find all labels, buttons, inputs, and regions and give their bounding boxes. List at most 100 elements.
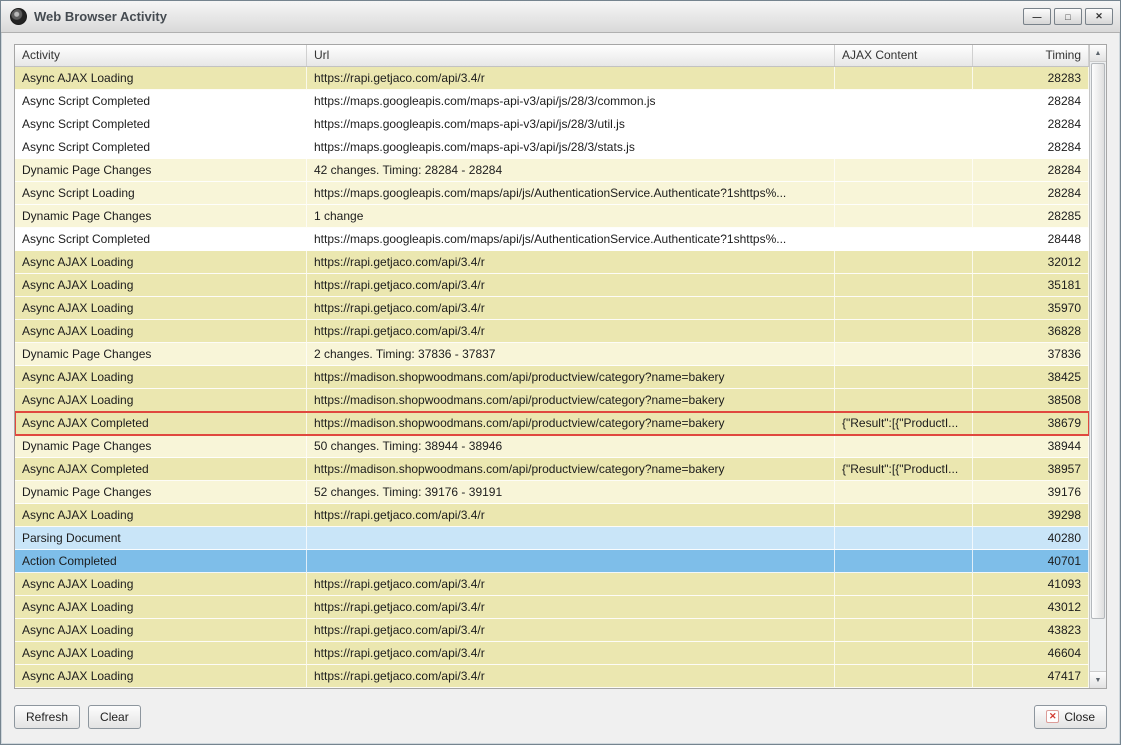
- table-row[interactable]: Dynamic Page Changes2 changes. Timing: 3…: [15, 343, 1089, 366]
- cell-url: 52 changes. Timing: 39176 - 39191: [307, 481, 835, 504]
- cell-ajax-content: [835, 67, 973, 90]
- column-header-activity[interactable]: Activity: [15, 45, 307, 66]
- cell-ajax-content: [835, 159, 973, 182]
- clear-button[interactable]: Clear: [88, 705, 141, 729]
- table-row[interactable]: Async Script Completedhttps://maps.googl…: [15, 228, 1089, 251]
- maximize-button[interactable]: □: [1054, 8, 1082, 25]
- minimize-button[interactable]: —: [1023, 8, 1051, 25]
- table-row[interactable]: Async AJAX Loadinghttps://rapi.getjaco.c…: [15, 274, 1089, 297]
- table-row[interactable]: Async Script Completedhttps://maps.googl…: [15, 113, 1089, 136]
- table-row[interactable]: Async AJAX Loadinghttps://rapi.getjaco.c…: [15, 665, 1089, 688]
- titlebar: Web Browser Activity — □ ✕: [1, 1, 1120, 33]
- cell-ajax-content: [835, 205, 973, 228]
- table-row[interactable]: Async Script Completedhttps://maps.googl…: [15, 136, 1089, 159]
- close-button[interactable]: ✕ Close: [1034, 705, 1107, 729]
- cell-timing: 28284: [973, 90, 1089, 113]
- column-header-url[interactable]: Url: [307, 45, 835, 66]
- column-header-timing[interactable]: Timing: [973, 45, 1089, 66]
- cell-timing: 40280: [973, 527, 1089, 550]
- cell-ajax-content: [835, 573, 973, 596]
- cell-url: https://rapi.getjaco.com/api/3.4/r: [307, 297, 835, 320]
- cell-url: https://rapi.getjaco.com/api/3.4/r: [307, 619, 835, 642]
- table-row[interactable]: Async AJAX Loadinghttps://rapi.getjaco.c…: [15, 573, 1089, 596]
- footer: Refresh Clear ✕ Close: [14, 689, 1107, 744]
- cell-url: https://rapi.getjaco.com/api/3.4/r: [307, 596, 835, 619]
- cell-url: [307, 550, 835, 573]
- cell-url: 2 changes. Timing: 37836 - 37837: [307, 343, 835, 366]
- cell-activity: Async AJAX Completed: [15, 412, 307, 435]
- cell-timing: 28284: [973, 113, 1089, 136]
- cell-url: https://rapi.getjaco.com/api/3.4/r: [307, 573, 835, 596]
- table-row[interactable]: Async AJAX Loadinghttps://rapi.getjaco.c…: [15, 642, 1089, 665]
- cell-timing: 28284: [973, 182, 1089, 205]
- cell-timing: 46604: [973, 642, 1089, 665]
- cell-url: https://rapi.getjaco.com/api/3.4/r: [307, 274, 835, 297]
- web-browser-activity-window: Web Browser Activity — □ ✕ Activity Url …: [0, 0, 1121, 745]
- cell-timing: 36828: [973, 320, 1089, 343]
- cell-ajax-content: [835, 504, 973, 527]
- activity-table: Activity Url AJAX Content Timing Async A…: [14, 44, 1107, 689]
- cell-ajax-content: [835, 320, 973, 343]
- cell-url: https://rapi.getjaco.com/api/3.4/r: [307, 504, 835, 527]
- table-row[interactable]: Action Completed40701: [15, 550, 1089, 573]
- column-header-ajax-content[interactable]: AJAX Content: [835, 45, 973, 66]
- table-row[interactable]: Async AJAX Loadinghttps://rapi.getjaco.c…: [15, 619, 1089, 642]
- table-row[interactable]: Dynamic Page Changes1 change28285: [15, 205, 1089, 228]
- table-body: Async AJAX Loadinghttps://rapi.getjaco.c…: [15, 67, 1089, 688]
- cell-ajax-content: [835, 366, 973, 389]
- cell-activity: Parsing Document: [15, 527, 307, 550]
- cell-activity: Async AJAX Completed: [15, 458, 307, 481]
- table-row[interactable]: Async AJAX Loadinghttps://rapi.getjaco.c…: [15, 596, 1089, 619]
- table-row[interactable]: Async AJAX Loadinghttps://rapi.getjaco.c…: [15, 251, 1089, 274]
- cell-timing: 28283: [973, 67, 1089, 90]
- cell-url: https://rapi.getjaco.com/api/3.4/r: [307, 665, 835, 688]
- table-header: Activity Url AJAX Content Timing: [15, 45, 1089, 67]
- cell-url: https://maps.googleapis.com/maps/api/js/…: [307, 182, 835, 205]
- table-row[interactable]: Async Script Completedhttps://maps.googl…: [15, 90, 1089, 113]
- table-row[interactable]: Async AJAX Loadinghttps://madison.shopwo…: [15, 389, 1089, 412]
- cell-ajax-content: [835, 182, 973, 205]
- cell-activity: Async Script Completed: [15, 90, 307, 113]
- cell-activity: Async AJAX Loading: [15, 251, 307, 274]
- cell-ajax-content: {"Result":[{"ProductI...: [835, 412, 973, 435]
- cell-ajax-content: [835, 90, 973, 113]
- scroll-down-icon[interactable]: ▼: [1090, 671, 1106, 688]
- cell-activity: Async Script Completed: [15, 136, 307, 159]
- table-row[interactable]: Dynamic Page Changes52 changes. Timing: …: [15, 481, 1089, 504]
- table-row-highlighted[interactable]: Async AJAX Completedhttps://madison.shop…: [15, 412, 1089, 435]
- cell-url: [307, 527, 835, 550]
- cell-activity: Dynamic Page Changes: [15, 343, 307, 366]
- vertical-scrollbar[interactable]: ▲ ▼: [1089, 45, 1106, 688]
- cell-url: 1 change: [307, 205, 835, 228]
- table-row[interactable]: Dynamic Page Changes50 changes. Timing: …: [15, 435, 1089, 458]
- cell-activity: Async Script Completed: [15, 113, 307, 136]
- window-title: Web Browser Activity: [34, 9, 167, 24]
- table-row[interactable]: Async AJAX Loadinghttps://rapi.getjaco.c…: [15, 67, 1089, 90]
- table-row[interactable]: Async AJAX Loadinghttps://rapi.getjaco.c…: [15, 504, 1089, 527]
- table-row[interactable]: Async AJAX Loadinghttps://rapi.getjaco.c…: [15, 297, 1089, 320]
- table-row[interactable]: Async AJAX Completedhttps://madison.shop…: [15, 458, 1089, 481]
- scroll-up-icon[interactable]: ▲: [1090, 45, 1106, 62]
- cell-timing: 43823: [973, 619, 1089, 642]
- table-row[interactable]: Dynamic Page Changes42 changes. Timing: …: [15, 159, 1089, 182]
- cell-url: https://maps.googleapis.com/maps/api/js/…: [307, 228, 835, 251]
- cell-activity: Async AJAX Loading: [15, 274, 307, 297]
- refresh-button[interactable]: Refresh: [14, 705, 80, 729]
- close-window-button[interactable]: ✕: [1085, 8, 1113, 25]
- table-row[interactable]: Async AJAX Loadinghttps://madison.shopwo…: [15, 366, 1089, 389]
- cell-activity: Async AJAX Loading: [15, 389, 307, 412]
- table-row[interactable]: Parsing Document 40280: [15, 527, 1089, 550]
- cell-ajax-content: [835, 619, 973, 642]
- cell-url: https://madison.shopwoodmans.com/api/pro…: [307, 389, 835, 412]
- table-row[interactable]: Async Script Loadinghttps://maps.googlea…: [15, 182, 1089, 205]
- cell-ajax-content: [835, 113, 973, 136]
- cell-timing: 35181: [973, 274, 1089, 297]
- cell-ajax-content: [835, 435, 973, 458]
- table-row[interactable]: Async AJAX Loadinghttps://rapi.getjaco.c…: [15, 320, 1089, 343]
- cell-activity: Dynamic Page Changes: [15, 435, 307, 458]
- cell-url: https://maps.googleapis.com/maps-api-v3/…: [307, 136, 835, 159]
- cell-timing: 38425: [973, 366, 1089, 389]
- scroll-thumb[interactable]: [1091, 63, 1105, 619]
- cell-activity: Dynamic Page Changes: [15, 481, 307, 504]
- cell-url: https://maps.googleapis.com/maps-api-v3/…: [307, 90, 835, 113]
